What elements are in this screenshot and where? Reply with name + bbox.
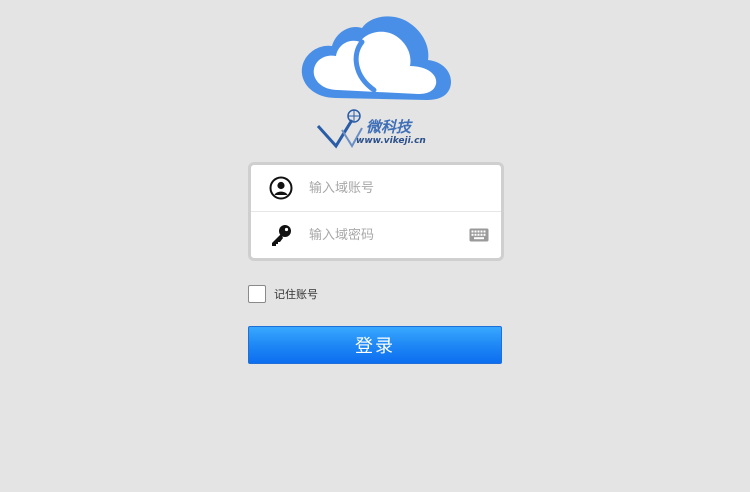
keyboard-icon[interactable] — [469, 227, 489, 242]
account-row — [251, 165, 501, 212]
remember-account: 记住账号 — [248, 285, 318, 303]
login-fields-panel — [248, 162, 504, 261]
remember-checkbox[interactable] — [248, 285, 266, 303]
account-input[interactable] — [309, 180, 459, 196]
key-icon — [269, 223, 293, 247]
cloud-icon — [296, 14, 456, 110]
password-input[interactable] — [309, 227, 459, 243]
login-page: 微科技 www.vikeji.cn 输入域账号 记住账号 登录 — [0, 0, 750, 492]
user-icon — [269, 176, 293, 200]
watermark-brand: 微科技 — [366, 118, 412, 136]
password-row — [251, 212, 501, 258]
watermark-url: www.vikeji.cn — [356, 136, 426, 146]
login-button[interactable]: 登录 — [248, 326, 502, 364]
remember-label: 记住账号 — [274, 288, 318, 301]
